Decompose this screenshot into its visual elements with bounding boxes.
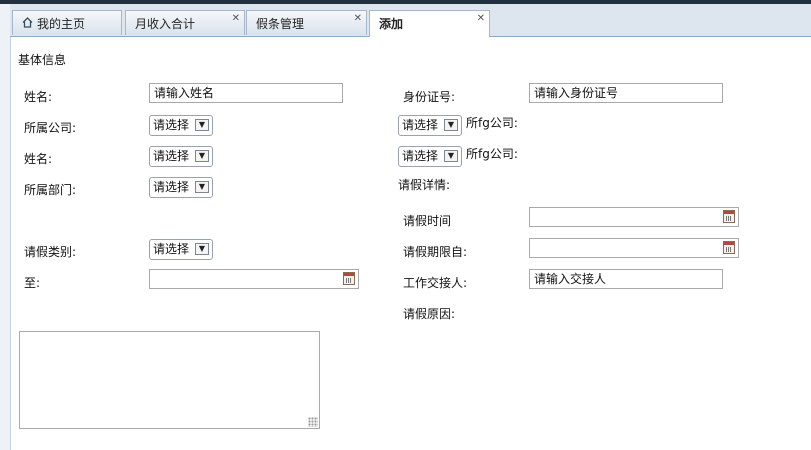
resize-grip-icon[interactable] (308, 417, 318, 427)
tab-bar: 我的主页 月收入合计 ✕ 假条管理 ✕ 添加 ✕ (10, 4, 811, 37)
company-label: 所属公司: (24, 121, 77, 135)
name-label: 姓名: (24, 90, 53, 104)
company-select[interactable]: 请选择 ▼ (149, 115, 213, 136)
form-area: 基体信息 姓名: 请输入姓名 所属公司: 请选择 ▼ 姓名: 请选择 ▼ 所属部… (11, 37, 811, 450)
id-number-input[interactable]: 请输入身份证号 (529, 83, 723, 103)
section-title: 基体信息 (18, 53, 67, 67)
tab-home[interactable]: 我的主页 (12, 10, 122, 35)
leave-time-field[interactable] (529, 207, 739, 227)
leave-start-field[interactable] (529, 238, 739, 258)
department-select[interactable]: 请选择 ▼ (149, 177, 213, 198)
tab-leave-management[interactable]: 假条管理 ✕ (246, 10, 367, 35)
tab-add[interactable]: 添加 ✕ (369, 10, 490, 37)
id-number-label: 身份证号: (403, 90, 456, 104)
chevron-down-icon: ▼ (444, 150, 458, 162)
reason-textarea[interactable] (19, 331, 320, 429)
leave-detail-label: 请假详情: (398, 178, 451, 192)
handover-label: 工作交接人: (403, 276, 468, 290)
company-fg-select[interactable]: 请选择 ▼ (398, 115, 462, 136)
chevron-down-icon: ▼ (195, 181, 209, 193)
calendar-icon[interactable] (723, 210, 735, 223)
name-input[interactable]: 请输入姓名 (149, 83, 343, 103)
tab-leave-management-label: 假条管理 (256, 17, 305, 31)
chevron-down-icon: ▼ (195, 243, 209, 255)
chevron-down-icon: ▼ (444, 119, 458, 131)
company-fg2-select[interactable]: 请选择 ▼ (398, 146, 462, 167)
leave-start-label: 请假期限自: (403, 245, 468, 259)
leave-type-select-value: 请选择 (153, 242, 190, 256)
tab-home-label: 我的主页 (37, 17, 86, 31)
left-panel-edge (0, 4, 11, 450)
tab-monthly-income[interactable]: 月收入合计 ✕ (125, 10, 245, 35)
close-icon[interactable]: ✕ (354, 13, 362, 24)
company-fg2-label: 所fg公司: (466, 147, 518, 161)
company-fg-select-value: 请选择 (402, 118, 439, 132)
leave-time-label: 请假时间 (403, 214, 452, 228)
name2-label: 姓名: (24, 152, 53, 166)
chevron-down-icon: ▼ (195, 119, 209, 131)
tab-add-label: 添加 (379, 17, 404, 31)
leave-type-label: 请假类别: (24, 245, 77, 259)
name2-select-value: 请选择 (153, 149, 190, 163)
tab-monthly-income-label: 月收入合计 (135, 17, 196, 31)
company-fg2-select-value: 请选择 (402, 149, 439, 163)
calendar-icon[interactable] (723, 241, 735, 254)
close-icon[interactable]: ✕ (232, 13, 240, 24)
chevron-down-icon: ▼ (195, 150, 209, 162)
reason-label: 请假原因: (403, 307, 456, 321)
department-select-value: 请选择 (153, 180, 190, 194)
close-icon[interactable]: ✕ (477, 13, 485, 24)
home-icon (22, 17, 33, 31)
name2-select[interactable]: 请选择 ▼ (149, 146, 213, 167)
handover-input[interactable]: 请输入交接人 (529, 269, 723, 289)
calendar-icon[interactable] (343, 272, 355, 285)
to-label: 至: (24, 276, 41, 290)
leave-type-select[interactable]: 请选择 ▼ (149, 239, 213, 260)
company-select-value: 请选择 (153, 118, 190, 132)
to-date-field[interactable] (149, 269, 359, 289)
department-label: 所属部门: (24, 183, 77, 197)
company-fg-label: 所fg公司: (466, 116, 518, 130)
